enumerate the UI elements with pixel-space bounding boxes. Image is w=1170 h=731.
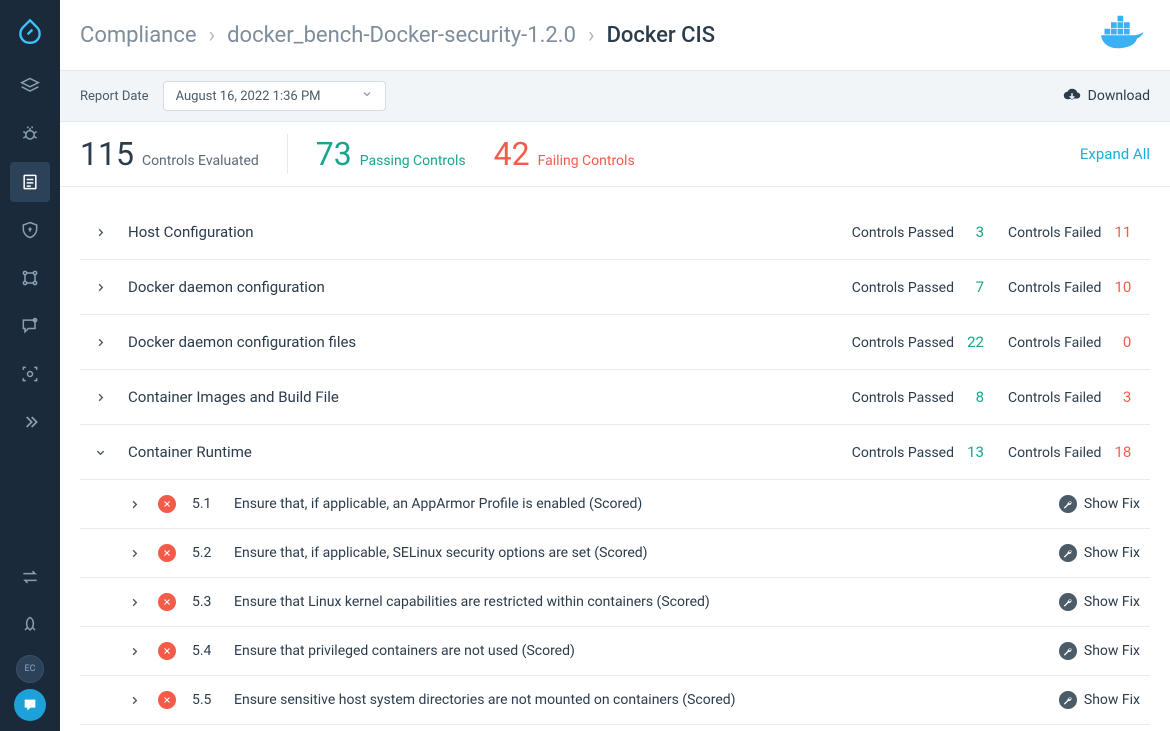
- wrench-icon: [1059, 593, 1077, 611]
- breadcrumb-mid[interactable]: docker_bench-Docker-security-1.2.0: [227, 23, 576, 48]
- failing-controls: 42 Failing Controls: [494, 135, 635, 173]
- report-date-label: Report Date: [80, 89, 149, 104]
- checks-list: 5.1Ensure that, if applicable, an AppArm…: [80, 480, 1150, 725]
- check-title: Ensure that privileged containers are no…: [234, 643, 1059, 659]
- passing-controls: 73 Passing Controls: [316, 135, 466, 173]
- check-number: 5.3: [192, 594, 234, 610]
- check-row[interactable]: 5.1Ensure that, if applicable, an AppArm…: [80, 480, 1150, 529]
- check-row[interactable]: 5.3Ensure that Linux kernel capabilities…: [80, 578, 1150, 627]
- fail-status-icon: [158, 495, 176, 513]
- controls-failed: Controls Failed0: [1008, 333, 1140, 351]
- sync-icon[interactable]: [10, 557, 50, 597]
- chevron-right-icon: [124, 499, 144, 510]
- controls-failed: Controls Failed11: [1008, 223, 1140, 241]
- expand-all-button[interactable]: Expand All: [1080, 145, 1150, 163]
- section-row[interactable]: Container Runtime Controls Passed13 Contro…: [80, 425, 1150, 480]
- controls-passed: Controls Passed8: [852, 388, 984, 406]
- breadcrumb: Compliance › docker_bench-Docker-securit…: [60, 0, 1170, 70]
- toolbar: Report Date August 16, 2022 1:36 PM Down…: [60, 70, 1170, 122]
- compliance-report-icon[interactable]: [10, 162, 50, 202]
- controls-failed: Controls Failed10: [1008, 278, 1140, 296]
- section-title: Host Configuration: [128, 223, 828, 241]
- chevron-down-icon: [361, 88, 373, 104]
- check-title: Ensure that, if applicable, SELinux secu…: [234, 545, 1059, 561]
- fail-status-icon: [158, 691, 176, 709]
- report-date-select[interactable]: August 16, 2022 1:36 PM: [163, 81, 386, 111]
- controls-passed: Controls Passed13: [852, 443, 984, 461]
- fail-status-icon: [158, 642, 176, 660]
- sections-list: Host Configuration Controls Passed3 Contro…: [60, 187, 1170, 731]
- expand-sidebar-icon[interactable]: [10, 402, 50, 442]
- check-row[interactable]: 5.4Ensure that privileged containers are…: [80, 627, 1150, 676]
- check-number: 5.5: [192, 692, 234, 708]
- section-row[interactable]: Container Images and Build File Controls …: [80, 370, 1150, 425]
- chevron-right-icon: ›: [209, 23, 216, 48]
- divider: [287, 134, 288, 174]
- check-number: 5.1: [192, 496, 234, 512]
- fail-status-icon: [158, 593, 176, 611]
- download-button[interactable]: Download: [1063, 85, 1150, 107]
- check-number: 5.4: [192, 643, 234, 659]
- chevron-right-icon: [124, 548, 144, 559]
- check-title: Ensure sensitive host system directories…: [234, 692, 1059, 708]
- chevron-right-icon: [124, 646, 144, 657]
- docker-logo-icon: [1098, 14, 1150, 56]
- wrench-icon: [1059, 691, 1077, 709]
- chevron-right-icon: [90, 282, 110, 293]
- controls-passed: Controls Passed3: [852, 223, 984, 241]
- report-date-value: August 16, 2022 1:36 PM: [176, 89, 321, 104]
- show-fix-button[interactable]: Show Fix: [1059, 691, 1140, 709]
- breadcrumb-current: Docker CIS: [607, 23, 716, 48]
- check-number: 5.2: [192, 545, 234, 561]
- user-avatar[interactable]: EC: [16, 655, 44, 683]
- controls-failed: Controls Failed18: [1008, 443, 1140, 461]
- scan-icon[interactable]: [10, 354, 50, 394]
- controls-passed: Controls Passed7: [852, 278, 984, 296]
- support-chat-icon[interactable]: [14, 689, 46, 721]
- chevron-right-icon: [90, 392, 110, 403]
- controls-passed: Controls Passed22: [852, 333, 984, 351]
- check-title: Ensure that Linux kernel capabilities ar…: [234, 594, 1059, 610]
- section-row[interactable]: Docker daemon configuration files Control…: [80, 315, 1150, 370]
- chevron-right-icon: [124, 695, 144, 706]
- section-title: Docker daemon configuration files: [128, 333, 828, 351]
- chevron-right-icon: [124, 597, 144, 608]
- show-fix-button[interactable]: Show Fix: [1059, 544, 1140, 562]
- chevron-down-icon: [90, 447, 110, 458]
- section-row[interactable]: Host Configuration Controls Passed3 Contro…: [80, 205, 1150, 260]
- wrench-icon: [1059, 642, 1077, 660]
- layers-icon[interactable]: [10, 66, 50, 106]
- show-fix-button[interactable]: Show Fix: [1059, 642, 1140, 660]
- rocket-icon[interactable]: [10, 605, 50, 645]
- section-title: Container Runtime: [128, 443, 828, 461]
- section-title: Container Images and Build File: [128, 388, 828, 406]
- section-row[interactable]: Docker daemon configuration Controls Pass…: [80, 260, 1150, 315]
- fail-status-icon: [158, 544, 176, 562]
- graph-icon[interactable]: [10, 258, 50, 298]
- breadcrumb-root[interactable]: Compliance: [80, 23, 197, 48]
- wrench-icon: [1059, 495, 1077, 513]
- chevron-right-icon: ›: [588, 23, 595, 48]
- check-row[interactable]: 5.2Ensure that, if applicable, SELinux s…: [80, 529, 1150, 578]
- bug-icon[interactable]: [10, 114, 50, 154]
- section-title: Docker daemon configuration: [128, 278, 828, 296]
- shield-icon[interactable]: [10, 210, 50, 250]
- check-title: Ensure that, if applicable, an AppArmor …: [234, 496, 1059, 512]
- chevron-right-icon: [90, 337, 110, 348]
- app-logo-icon[interactable]: [10, 12, 50, 52]
- main-content: Compliance › docker_bench-Docker-securit…: [60, 0, 1170, 731]
- chevron-right-icon: [90, 227, 110, 238]
- controls-failed: Controls Failed3: [1008, 388, 1140, 406]
- controls-evaluated: 115 Controls Evaluated: [80, 135, 259, 173]
- show-fix-button[interactable]: Show Fix: [1059, 593, 1140, 611]
- check-row[interactable]: 5.5Ensure sensitive host system director…: [80, 676, 1150, 725]
- show-fix-button[interactable]: Show Fix: [1059, 495, 1140, 513]
- summary-bar: 115 Controls Evaluated 73 Passing Contro…: [60, 122, 1170, 187]
- cloud-download-icon: [1063, 85, 1081, 107]
- wrench-icon: [1059, 544, 1077, 562]
- chat-icon[interactable]: [10, 306, 50, 346]
- sidebar: EC: [0, 0, 60, 731]
